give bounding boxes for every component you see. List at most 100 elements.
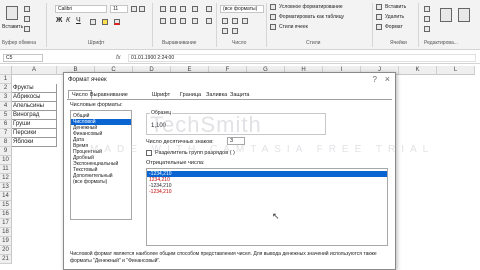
row-header[interactable]: 12 <box>0 174 12 183</box>
help-icon[interactable]: ? <box>373 75 377 84</box>
align-left-icon[interactable] <box>160 18 166 24</box>
cell-styles-button[interactable]: Стили ячеек <box>279 24 308 30</box>
format-painter-icon[interactable] <box>24 26 30 32</box>
tab-divider <box>67 99 392 100</box>
insert-cells-icon <box>376 4 382 10</box>
row-header[interactable]: 7 <box>0 129 12 138</box>
cell-a[interactable]: Фрукты <box>12 84 57 93</box>
row-header[interactable]: 13 <box>0 183 12 192</box>
row-header[interactable]: 21 <box>0 255 12 264</box>
cell-a[interactable]: Апельсины <box>12 102 57 111</box>
tab-2[interactable]: Выравнивание <box>86 90 132 99</box>
watermark-text: TechSmith <box>150 112 262 137</box>
cut-icon[interactable] <box>24 6 30 12</box>
align-bottom-icon[interactable] <box>180 6 186 12</box>
format-cells-button[interactable]: Формат <box>385 24 403 30</box>
decrease-decimal-icon[interactable] <box>232 28 238 34</box>
format-cells-icon <box>376 24 382 30</box>
row-header[interactable]: 9 <box>0 147 12 156</box>
insert-cells-button[interactable]: Вставить <box>385 4 406 10</box>
autosum-icon[interactable] <box>424 6 430 12</box>
select-all-corner[interactable] <box>0 66 12 75</box>
cell-a[interactable]: Груши <box>12 120 57 129</box>
name-box[interactable]: C5 <box>3 54 43 62</box>
find-select-icon[interactable] <box>458 8 470 22</box>
ribbon-separator <box>372 3 373 47</box>
italic-button[interactable]: К <box>66 17 70 24</box>
negative-numbers-list[interactable]: -1234,210 1234,210 -1234,210 -1234,210 <box>146 168 388 246</box>
format-category-list[interactable]: Общий Числовой Денежный Финансовый Дата Время… <box>70 110 132 220</box>
row-header[interactable]: 20 <box>0 246 12 255</box>
negative-format-item[interactable]: -1234,210 <box>147 189 387 195</box>
align-right-icon[interactable] <box>180 18 186 24</box>
column-header[interactable]: L <box>437 66 475 75</box>
row-header[interactable]: 1 <box>0 75 12 84</box>
row-header[interactable]: 5 <box>0 111 12 120</box>
font-name-select[interactable]: Calibri <box>55 5 107 13</box>
tab-3[interactable]: Шрифт <box>148 90 174 99</box>
underline-button[interactable]: Ч <box>76 17 81 24</box>
group-number-label: Число <box>232 40 247 46</box>
cell-a[interactable]: Абрикосы <box>12 93 57 102</box>
row-header[interactable]: 15 <box>0 201 12 210</box>
row-header[interactable]: 2 <box>0 84 12 93</box>
wrap-text-icon[interactable] <box>206 6 212 12</box>
mouse-cursor-icon: ↖ <box>272 211 280 221</box>
bold-button[interactable]: Ж <box>56 17 62 24</box>
row-header[interactable]: 3 <box>0 93 12 102</box>
paste-button[interactable]: Вставить <box>2 24 23 30</box>
negatives-label: Отрицательные числа: <box>146 160 205 166</box>
comma-style-icon[interactable] <box>242 18 248 24</box>
conditional-format-icon <box>270 4 276 10</box>
font-size-select[interactable]: 11 <box>110 5 128 13</box>
delete-cells-button[interactable]: Удалить <box>385 14 404 20</box>
close-icon[interactable]: × <box>385 74 390 84</box>
merge-icon[interactable] <box>206 18 212 24</box>
cell-a[interactable]: Виноград <box>12 111 57 120</box>
formats-label: Числовые форматы: <box>70 102 123 108</box>
tab-6[interactable]: Защита <box>226 90 254 99</box>
format-as-table-button[interactable]: Форматировать как таблицу <box>279 14 344 20</box>
align-middle-icon[interactable] <box>170 6 176 12</box>
fill-icon[interactable] <box>424 16 430 22</box>
formula-input[interactable]: 01.01.1900 2:24:00 <box>128 54 476 62</box>
ribbon-separator <box>266 3 267 47</box>
cell-a[interactable]: Персики <box>12 129 57 138</box>
row-header[interactable]: 6 <box>0 120 12 129</box>
row-header[interactable]: 4 <box>0 102 12 111</box>
cell-a[interactable]: Яблоки <box>12 138 57 147</box>
copy-icon[interactable] <box>24 16 30 22</box>
align-center-icon[interactable] <box>170 18 176 24</box>
sort-filter-icon[interactable] <box>440 8 452 22</box>
row-header[interactable]: 17 <box>0 219 12 228</box>
column-header[interactable]: A <box>12 66 57 75</box>
conditional-format-button[interactable]: Условное форматирование <box>279 4 343 10</box>
row-header[interactable]: 11 <box>0 165 12 174</box>
clear-icon[interactable] <box>424 26 430 32</box>
row-header[interactable]: 18 <box>0 228 12 237</box>
format-category-item[interactable]: (все форматы) <box>71 179 131 185</box>
column-header[interactable]: K <box>399 66 437 75</box>
currency-icon[interactable] <box>222 18 228 24</box>
increase-decimal-icon[interactable] <box>222 28 228 34</box>
font-color-icon[interactable] <box>114 19 120 25</box>
orientation-icon[interactable] <box>192 6 198 12</box>
row-header[interactable]: 19 <box>0 237 12 246</box>
percent-icon[interactable] <box>232 18 238 24</box>
number-format-select[interactable]: (все форматы) <box>220 5 264 13</box>
align-top-icon[interactable] <box>160 6 166 12</box>
tab-4[interactable]: Граница <box>176 90 205 99</box>
indent-icon[interactable] <box>192 18 198 24</box>
decrease-font-icon[interactable] <box>139 6 145 12</box>
row-header[interactable]: 14 <box>0 192 12 201</box>
watermark-subtext: MADE WITH CAMTASIA FREE TRIAL <box>90 144 435 155</box>
row-header[interactable]: 10 <box>0 156 12 165</box>
fx-icon[interactable]: fx <box>116 55 121 61</box>
fill-color-icon[interactable] <box>102 19 108 25</box>
row-header[interactable]: 8 <box>0 138 12 147</box>
borders-icon[interactable] <box>90 19 96 25</box>
paste-icon[interactable] <box>6 6 18 20</box>
row-header[interactable]: 16 <box>0 210 12 219</box>
group-alignment-label: Выравнивание <box>162 40 197 46</box>
increase-font-icon[interactable] <box>131 6 137 12</box>
